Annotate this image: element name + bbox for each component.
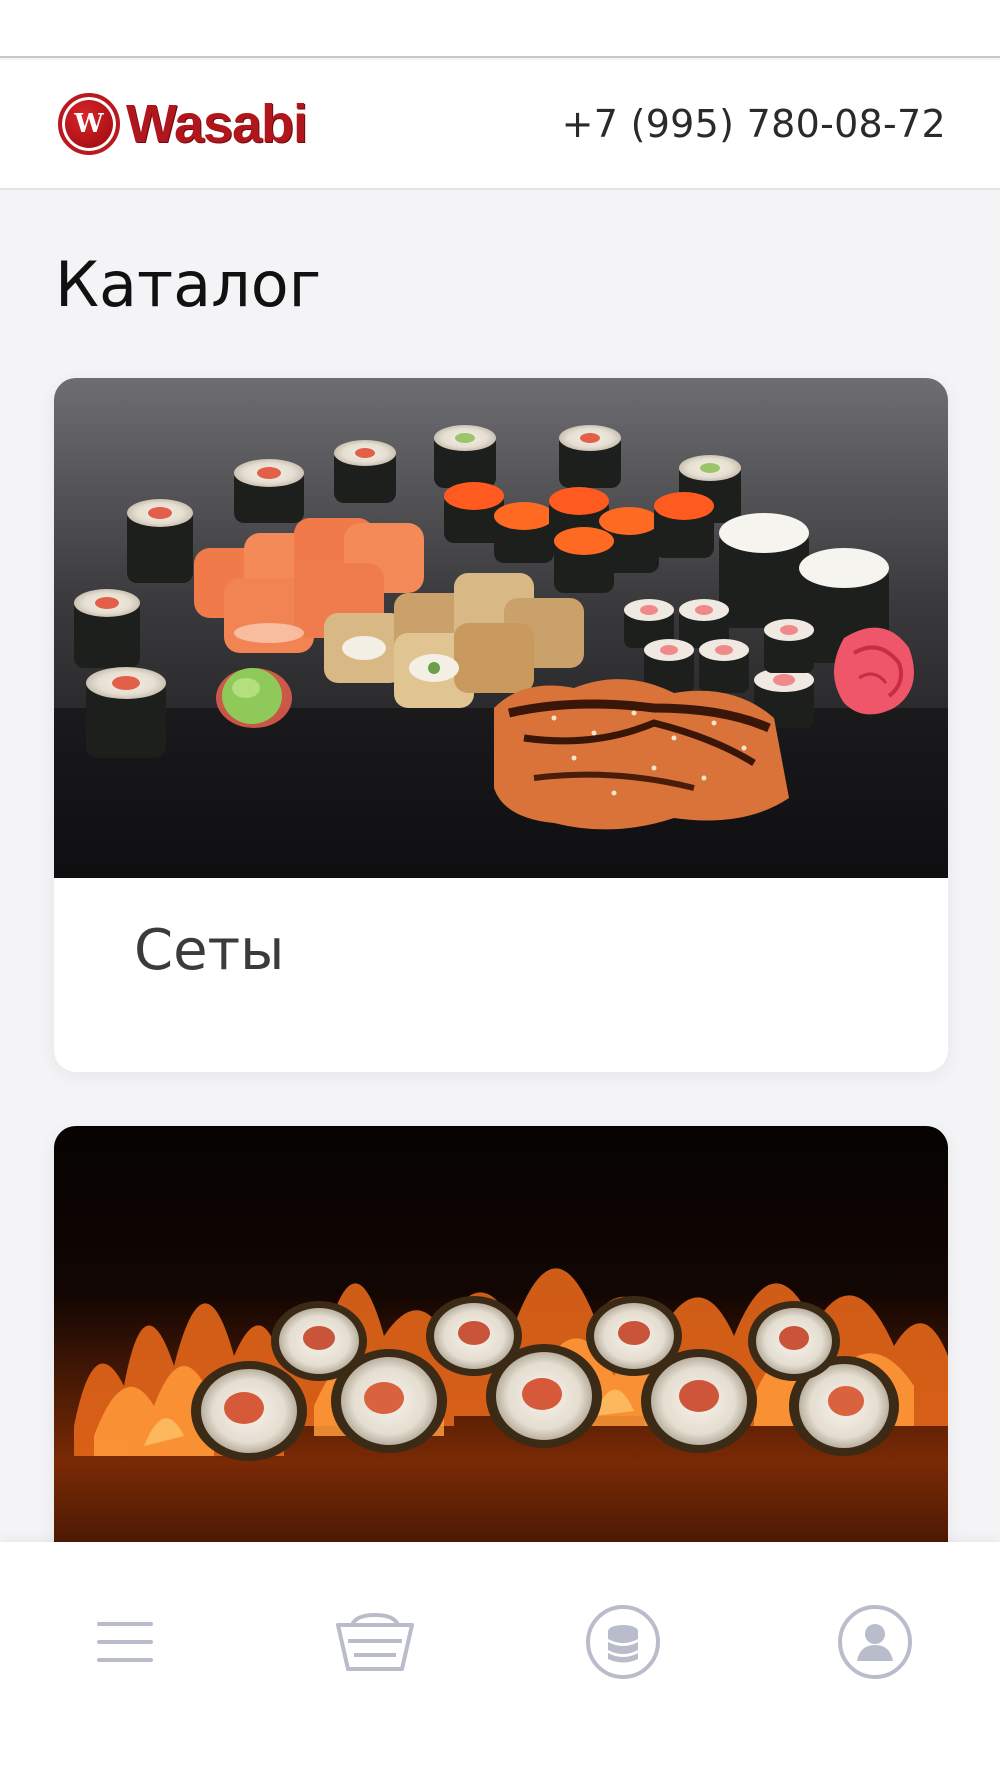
page-title: Каталог bbox=[55, 248, 322, 321]
logo-mark-icon: W bbox=[58, 93, 120, 155]
nav-bonus-button[interactable] bbox=[578, 1597, 668, 1687]
sushi-set-photo bbox=[54, 378, 948, 878]
category-card-hot-rolls[interactable] bbox=[54, 1126, 948, 1606]
bottom-nav bbox=[0, 1542, 1000, 1778]
menu-icon bbox=[97, 1622, 153, 1662]
nav-menu-button[interactable] bbox=[80, 1597, 170, 1687]
coins-icon bbox=[586, 1605, 660, 1679]
app-header: W Wasabi +7 (995) 780-08-72 bbox=[0, 60, 1000, 190]
category-card-sets[interactable]: Сеты bbox=[54, 378, 948, 1072]
profile-icon bbox=[838, 1605, 912, 1679]
status-bar-area bbox=[0, 0, 1000, 58]
nav-cart-button[interactable] bbox=[330, 1597, 420, 1687]
category-label: Сеты bbox=[134, 918, 285, 983]
logo-text: Wasabi bbox=[126, 94, 308, 154]
basket-icon bbox=[336, 1612, 414, 1671]
phone-link[interactable]: +7 (995) 780-08-72 bbox=[562, 102, 946, 146]
hot-rolls-fire-photo bbox=[54, 1126, 948, 1606]
logo-mark-letter: W bbox=[74, 109, 104, 139]
nav-profile-button[interactable] bbox=[830, 1597, 920, 1687]
wasabi-logo[interactable]: W Wasabi bbox=[58, 93, 308, 155]
